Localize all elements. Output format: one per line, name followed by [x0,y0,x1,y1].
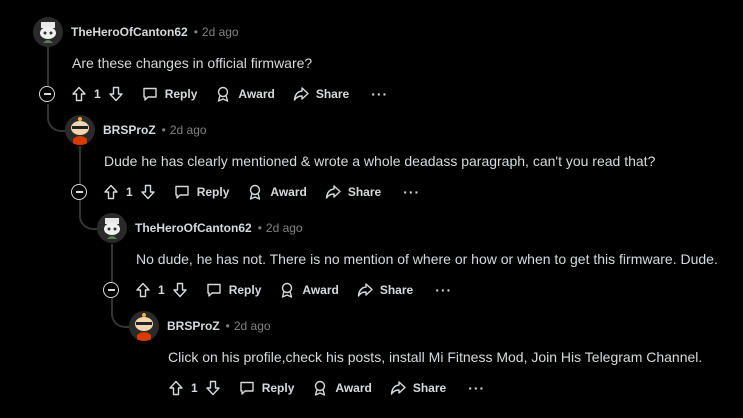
award-label: Award [302,283,339,297]
share-button[interactable]: Share [357,282,413,298]
share-label: Share [315,87,350,101]
award-button[interactable]: Award [247,184,307,200]
thread-line[interactable] [47,46,49,86]
thread-line[interactable] [79,146,81,184]
snoo-avatar-icon [33,17,63,47]
comment-icon [239,381,254,395]
share-label: Share [379,283,414,297]
reply-label: Reply [164,87,198,101]
award-button[interactable]: Award [312,380,372,396]
thread-connector [79,210,99,230]
comment-icon [206,283,221,297]
reply-button[interactable]: Reply [206,282,262,298]
upvote-icon[interactable] [168,380,184,396]
comment-text: Dude he has clearly mentioned & wrote a … [104,153,656,169]
avatar[interactable] [97,213,127,243]
reply-label: Reply [196,185,230,199]
comment-icon [174,185,189,199]
separator: • [257,221,262,235]
downvote-icon[interactable] [108,86,124,102]
thread-connector [47,112,67,132]
award-label: Award [238,87,275,101]
more-options-button[interactable]: ··· [468,380,485,396]
snoo-avatar-icon [65,115,95,145]
separator: • [193,25,198,39]
reply-label: Reply [228,283,262,297]
username[interactable]: BRSProZ [103,123,156,137]
username[interactable]: TheHeroOfCanton62 [71,25,188,39]
vote-count: 1 [94,87,101,101]
vote-count: 1 [191,381,198,395]
award-icon [218,86,229,102]
award-button[interactable]: Award [279,282,339,298]
snoo-avatar-icon [97,213,127,243]
reply-button[interactable]: Reply [239,380,295,396]
username[interactable]: TheHeroOfCanton62 [135,221,252,235]
avatar[interactable] [33,17,63,47]
reply-button[interactable]: Reply [174,184,230,200]
more-options-button[interactable]: ··· [435,282,452,298]
award-icon [282,282,293,298]
separator: • [225,319,230,333]
more-options-button[interactable]: ··· [371,86,388,102]
award-label: Award [335,381,372,395]
reply-button[interactable]: Reply [142,86,198,102]
share-button[interactable]: Share [390,380,446,396]
award-button[interactable]: Award [215,86,275,102]
upvote-icon[interactable] [71,86,87,102]
vote-count: 1 [126,185,133,199]
timestamp[interactable]: 2d ago [202,25,239,39]
collapse-button[interactable] [71,184,87,200]
share-label: Share [347,185,382,199]
more-options-button[interactable]: ··· [403,184,420,200]
share-icon [325,185,341,199]
comment-text: Are these changes in official firmware? [72,55,313,71]
timestamp[interactable]: 2d ago [234,319,271,333]
share-icon [390,381,406,395]
share-button[interactable]: Share [293,86,349,102]
downvote-icon[interactable] [205,380,221,396]
timestamp[interactable]: 2d ago [266,221,303,235]
downvote-icon[interactable] [172,282,188,298]
comment-text: Click on his profile,check his posts, in… [168,349,703,365]
thread-line[interactable] [111,244,113,282]
award-label: Award [270,185,307,199]
vote-count: 1 [158,283,165,297]
downvote-icon[interactable] [140,184,156,200]
username[interactable]: BRSProZ [167,319,220,333]
avatar[interactable] [65,115,95,145]
share-button[interactable]: Share [325,184,381,200]
award-icon [250,184,261,200]
thread-connector [111,308,131,328]
separator: • [161,123,166,137]
comment-text: No dude, he has not. There is no mention… [136,251,718,267]
timestamp[interactable]: 2d ago [170,123,207,137]
upvote-icon[interactable] [103,184,119,200]
share-icon [357,283,373,297]
award-icon [315,380,326,396]
collapse-button[interactable] [103,282,119,298]
collapse-button[interactable] [39,86,55,102]
share-icon [293,87,309,101]
snoo-avatar-icon [129,311,159,341]
reply-label: Reply [261,381,295,395]
comment-icon [142,87,157,101]
avatar[interactable] [129,311,159,341]
upvote-icon[interactable] [135,282,151,298]
share-label: Share [412,381,447,395]
